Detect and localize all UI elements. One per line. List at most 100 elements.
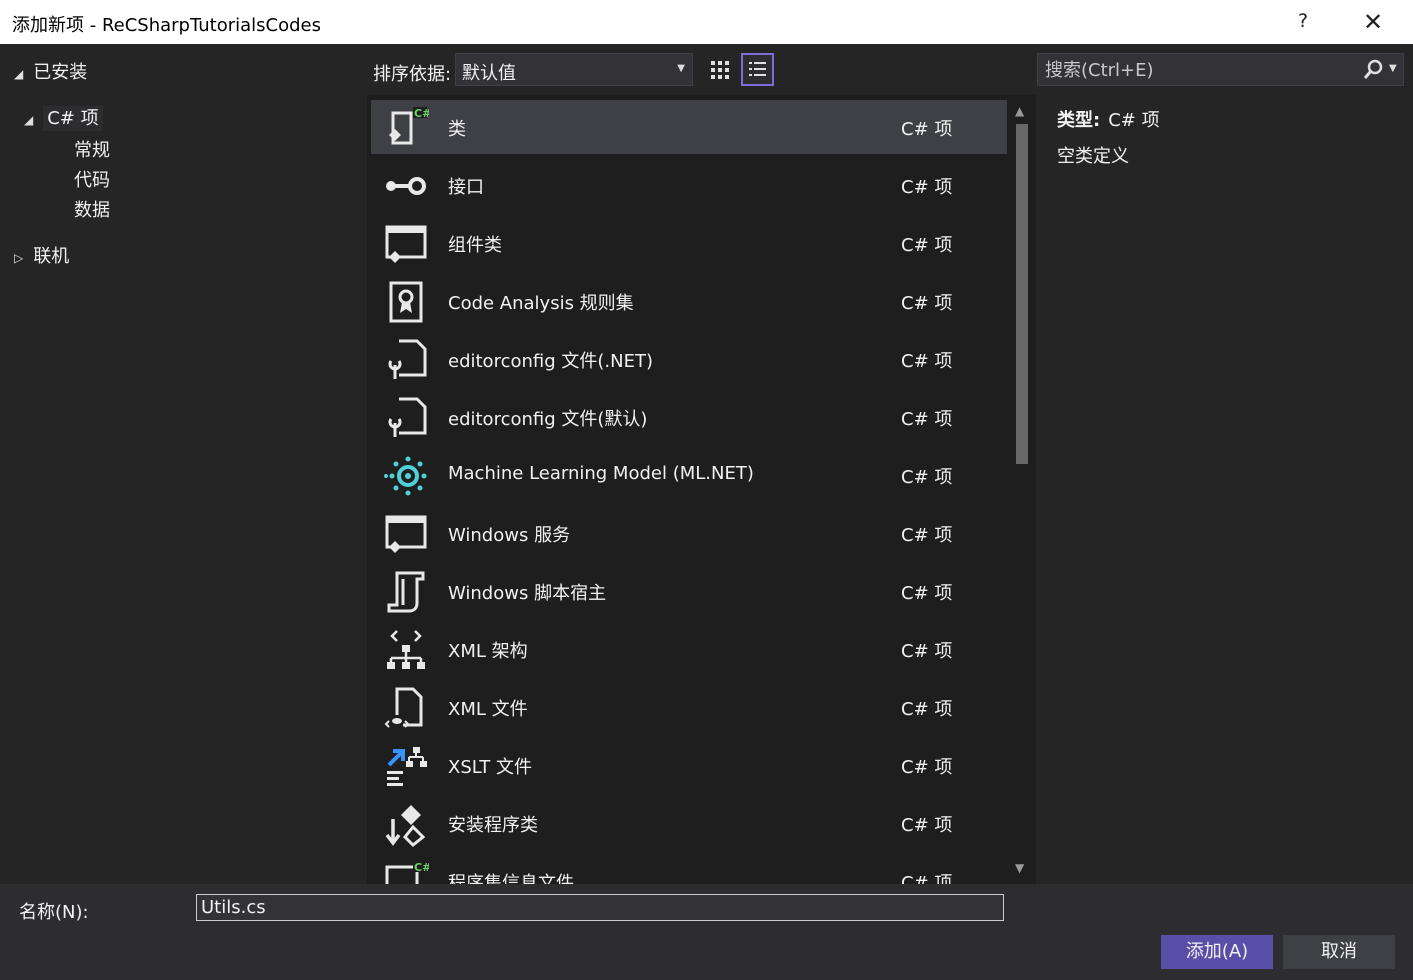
detail-description: 空类定义 — [1057, 146, 1129, 167]
template-row-class[interactable]: C# 类 C# 项 — [371, 100, 1007, 154]
list-scrollbar[interactable]: ▲ ▼ — [1011, 95, 1032, 884]
template-category: C# 项 — [901, 873, 953, 884]
search-input[interactable] — [1038, 54, 1357, 87]
template-category: C# 项 — [901, 525, 953, 546]
tree-label-csharp: C# 项 — [43, 106, 103, 131]
template-category: C# 项 — [901, 583, 953, 604]
list-view-button[interactable] — [741, 53, 774, 86]
template-name: 组件类 — [448, 235, 502, 256]
template-name: editorconfig 文件(默认) — [448, 409, 648, 430]
template-row-component[interactable]: 组件类 C# 项 — [371, 216, 1007, 270]
template-name: 类 — [448, 119, 466, 140]
sort-label: 排序依据: — [373, 64, 452, 85]
window-title: 添加新项 - ReCSharpTutorialsCodes — [12, 15, 321, 36]
help-button[interactable]: ? — [1298, 10, 1308, 32]
list-view-icon — [749, 62, 766, 76]
template-row-xml-file[interactable]: XML 文件 C# 项 — [371, 680, 1007, 734]
template-category: C# 项 — [901, 467, 953, 488]
template-category: C# 项 — [901, 815, 953, 836]
scrollbar-thumb[interactable] — [1016, 124, 1028, 464]
template-name: XML 架构 — [448, 641, 528, 662]
template-name: 接口 — [448, 177, 484, 198]
search-options-chevron-icon[interactable]: ▼ — [1389, 63, 1397, 74]
template-row-xml-schema[interactable]: XML 架构 C# 项 — [371, 622, 1007, 676]
class-icon: C# — [389, 107, 429, 145]
close-button[interactable]: ✕ — [1363, 8, 1383, 36]
template-row-script-host[interactable]: Windows 脚本宿主 C# 项 — [371, 564, 1007, 618]
tree-node-installed[interactable]: ◢ 已安装 — [14, 58, 87, 84]
expanded-triangle-icon[interactable]: ◢ — [14, 67, 23, 81]
xml-file-icon — [384, 687, 423, 728]
installer-icon — [385, 805, 426, 847]
search-icon[interactable] — [1362, 59, 1384, 81]
name-label: 名称(N): — [19, 902, 89, 923]
bottom-bar: 名称(N): 添加(A) 取消 — [0, 884, 1413, 980]
search-box[interactable]: ▼ — [1037, 53, 1404, 87]
template-category: C# 项 — [901, 351, 953, 372]
assembly-info-icon: C# — [385, 861, 429, 884]
detail-type-value: C# 项 — [1108, 110, 1160, 131]
template-row-assembly-info[interactable]: C# 程序集信息文件 C# 项 — [371, 854, 1007, 884]
tree-label-online: 联机 — [33, 246, 70, 267]
interface-icon — [386, 177, 426, 195]
tree-node-online[interactable]: ▷ 联机 — [14, 242, 69, 268]
detail-type-label: 类型: — [1057, 110, 1101, 131]
template-category: C# 项 — [901, 119, 953, 140]
tree-item-general[interactable]: 常规 — [74, 136, 110, 162]
template-row-editorconfig-net[interactable]: editorconfig 文件(.NET) C# 项 — [371, 332, 1007, 386]
template-name: Code Analysis 规则集 — [448, 293, 634, 314]
template-category: C# 项 — [901, 757, 953, 778]
svg-text:C#: C# — [414, 861, 429, 874]
grid-view-icon — [711, 61, 729, 79]
template-category: C# 项 — [901, 641, 953, 662]
template-name: Machine Learning Model (ML.NET) — [448, 463, 754, 484]
template-category: C# 项 — [901, 177, 953, 198]
title-bar: 添加新项 - ReCSharpTutorialsCodes ? ✕ — [0, 0, 1413, 44]
template-row-ruleset[interactable]: Code Analysis 规则集 C# 项 — [371, 274, 1007, 328]
template-row-installer[interactable]: 安装程序类 C# 项 — [371, 796, 1007, 850]
tree-node-csharp[interactable]: ◢ C# 项 — [24, 104, 103, 131]
tree-item-code[interactable]: 代码 — [74, 166, 110, 192]
template-list: C# 类 C# 项 接口 C# 项 组件类 C# 项 Code Analysis… — [367, 95, 1036, 884]
template-name: Windows 服务 — [448, 525, 571, 546]
chevron-down-icon: ▼ — [677, 63, 685, 74]
grid-view-button[interactable] — [706, 56, 734, 84]
component-icon — [385, 225, 427, 263]
template-row-interface[interactable]: 接口 C# 项 — [371, 158, 1007, 212]
template-name: XSLT 文件 — [448, 757, 533, 778]
editorconfig-icon — [388, 339, 427, 379]
expanded-triangle-icon[interactable]: ◢ — [24, 113, 33, 127]
template-row-windows-service[interactable]: Windows 服务 C# 项 — [371, 506, 1007, 560]
template-row-ml-model[interactable]: Machine Learning Model (ML.NET) C# 项 — [371, 448, 1007, 502]
name-field[interactable] — [196, 894, 1004, 921]
template-category: C# 项 — [901, 293, 953, 314]
template-row-editorconfig-default[interactable]: editorconfig 文件(默认) C# 项 — [371, 390, 1007, 444]
template-category: C# 项 — [901, 409, 953, 430]
ruleset-icon — [389, 281, 423, 323]
xslt-icon — [387, 747, 427, 786]
scroll-up-icon[interactable]: ▲ — [1015, 104, 1024, 118]
editorconfig-icon — [388, 397, 427, 437]
template-category: C# 项 — [901, 235, 953, 256]
template-name: editorconfig 文件(.NET) — [448, 351, 653, 372]
scroll-down-icon[interactable]: ▼ — [1015, 861, 1024, 875]
script-host-icon — [387, 571, 425, 613]
template-name: XML 文件 — [448, 699, 528, 720]
ml-model-icon — [384, 456, 427, 496]
template-category: C# 项 — [901, 699, 953, 720]
collapsed-triangle-icon[interactable]: ▷ — [14, 251, 23, 265]
xml-schema-icon — [387, 630, 425, 669]
template-name: 程序集信息文件 — [448, 873, 574, 884]
svg-text:C#: C# — [414, 107, 429, 120]
sort-value: 默认值 — [462, 63, 516, 84]
tree-item-data[interactable]: 数据 — [74, 196, 110, 222]
add-button[interactable]: 添加(A) — [1161, 935, 1273, 969]
windows-service-icon — [385, 515, 427, 553]
template-name: 安装程序类 — [448, 815, 538, 836]
cancel-button[interactable]: 取消 — [1283, 935, 1395, 969]
template-name: Windows 脚本宿主 — [448, 583, 607, 604]
template-row-xslt[interactable]: XSLT 文件 C# 项 — [371, 738, 1007, 792]
sort-dropdown[interactable]: 默认值 ▼ — [455, 53, 693, 86]
tree-label-installed: 已安装 — [33, 62, 88, 83]
detail-type: 类型: C# 项 — [1057, 106, 1160, 132]
